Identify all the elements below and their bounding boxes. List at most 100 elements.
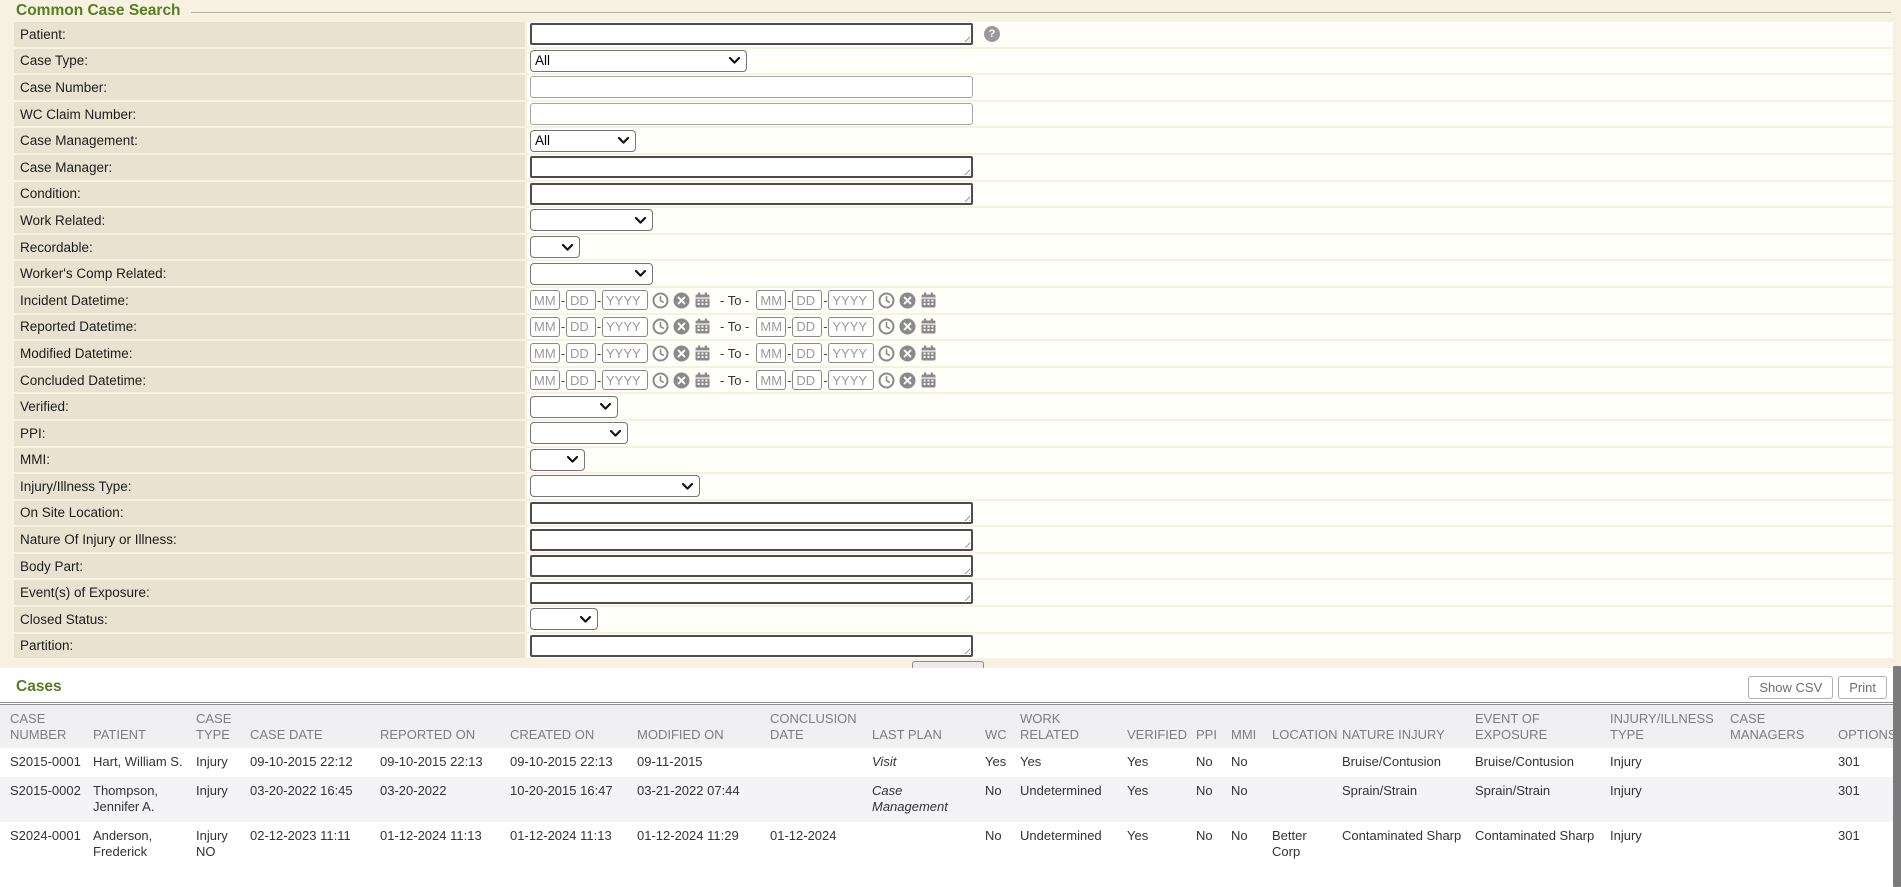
modified-datetime-to-dd[interactable]: DD [792,343,822,363]
clock-icon[interactable] [878,345,895,362]
reported-datetime-to-yyyy[interactable]: YYYY [828,317,874,337]
on-site-location-textarea[interactable] [530,502,973,524]
clock-icon[interactable] [652,372,669,389]
form-row-reported-datetime: Reported Datetime:MM-DD-YYYY- To -MM-DD-… [0,315,1901,340]
case-manager-textarea[interactable] [530,156,973,178]
reported-datetime-to-mm[interactable]: MM [756,317,786,337]
concluded-datetime-from-yyyy[interactable]: YYYY [602,370,648,390]
mmi-select[interactable] [530,449,585,471]
modified-datetime-to-yyyy[interactable]: YYYY [828,343,874,363]
recordable-select[interactable] [530,236,580,258]
cell-options[interactable]: 301 [1838,748,1893,777]
calendar-icon[interactable] [694,318,711,335]
wc-claim-number-input[interactable] [530,103,973,125]
body-part-textarea[interactable] [530,555,973,577]
incident-datetime-to-yyyy[interactable]: YYYY [828,290,874,310]
work-related-select[interactable] [530,209,653,231]
form-row-event-s-of-exposure: Event(s) of Exposure: [0,580,1901,605]
resize-grip-icon[interactable] [963,541,970,548]
field-cell-recordable [527,235,1893,260]
help-icon[interactable]: ? [984,26,1000,42]
modified-datetime-from-yyyy[interactable]: YYYY [602,343,648,363]
event-s-of-exposure-textarea[interactable] [530,582,973,604]
injury-illness-type-select[interactable] [530,475,700,497]
resize-grip-icon[interactable] [963,647,970,654]
concluded-datetime-from-dd[interactable]: DD [566,370,596,390]
chevron-down-icon [580,616,591,623]
clear-icon[interactable] [899,372,916,389]
modified-datetime-range: MM-DD-YYYY- To -MM-DD-YYYY [530,343,937,363]
calendar-icon[interactable] [920,345,937,362]
case-type-select[interactable]: All [530,50,747,72]
clear-icon[interactable] [899,345,916,362]
ppi-select[interactable] [530,422,628,444]
cell-options[interactable]: 301 [1838,822,1893,867]
worker-s-comp-related-select[interactable] [530,263,653,285]
condition-textarea[interactable] [530,183,973,205]
calendar-icon[interactable] [920,318,937,335]
show-csv-button[interactable]: Show CSV [1748,676,1833,699]
clear-icon[interactable] [673,372,690,389]
resize-grip-icon[interactable] [963,168,970,175]
clock-icon[interactable] [652,345,669,362]
cell-ppi: No [1196,748,1231,777]
clear-icon[interactable] [899,318,916,335]
incident-datetime-from-yyyy[interactable]: YYYY [602,290,648,310]
clear-icon[interactable] [673,318,690,335]
incident-datetime-from-mm[interactable]: MM [530,290,560,310]
clock-icon[interactable] [878,292,895,309]
calendar-icon[interactable] [694,292,711,309]
case-management-select[interactable]: All [530,130,636,152]
cell-injury-illness-type: Injury [1610,777,1730,822]
closed-status-select[interactable] [530,608,598,630]
calendar-icon[interactable] [694,345,711,362]
cell-patient: Hart, William S. [93,748,196,777]
field-label-case-type: Case Type: [14,49,525,74]
clear-icon[interactable] [899,292,916,309]
resize-grip-icon[interactable] [963,514,970,521]
field-cell-ppi [527,421,1893,446]
modified-datetime-from-dd[interactable]: DD [566,343,596,363]
clear-icon[interactable] [673,292,690,309]
concluded-datetime-to-yyyy[interactable]: YYYY [828,370,874,390]
cell-options[interactable]: 301 [1838,777,1893,822]
cell-modified-on: 01-12-2024 11:29 [637,822,770,867]
concluded-datetime-from-mm[interactable]: MM [530,370,560,390]
incident-datetime-to-mm[interactable]: MM [756,290,786,310]
cell-event-of-exposure: Bruise/Contusion [1475,748,1610,777]
verified-select[interactable] [530,396,618,418]
reported-datetime-to-dd[interactable]: DD [792,317,822,337]
concluded-datetime-to-mm[interactable]: MM [756,370,786,390]
partition-textarea[interactable] [530,635,973,657]
calendar-icon[interactable] [920,292,937,309]
resize-grip-icon[interactable] [963,567,970,574]
clear-icon[interactable] [673,345,690,362]
search-button[interactable] [912,661,984,668]
reported-datetime-from-yyyy[interactable]: YYYY [602,317,648,337]
modified-datetime-to-mm[interactable]: MM [756,343,786,363]
patient-textarea[interactable] [530,23,973,45]
resize-grip-icon[interactable] [963,195,970,202]
calendar-icon[interactable] [920,372,937,389]
modified-datetime-from-mm[interactable]: MM [530,343,560,363]
incident-datetime-from-dd[interactable]: DD [566,290,596,310]
clock-icon[interactable] [878,372,895,389]
vertical-scrollbar[interactable] [1893,666,1901,887]
incident-datetime-to-dd[interactable]: DD [792,290,822,310]
print-button[interactable]: Print [1838,676,1887,699]
clock-icon[interactable] [878,318,895,335]
reported-datetime-from-dd[interactable]: DD [566,317,596,337]
reported-datetime-from-mm[interactable]: MM [530,317,560,337]
case-number-input[interactable] [530,76,973,98]
column-header-case-number: CASE NUMBER [0,705,93,748]
calendar-icon[interactable] [694,372,711,389]
concluded-datetime-to-dd[interactable]: DD [792,370,822,390]
resize-grip-icon[interactable] [963,594,970,601]
clock-icon[interactable] [652,318,669,335]
nature-of-injury-or-illness-textarea[interactable] [530,529,973,551]
range-to-label: - To - [720,293,749,308]
cases-table: CASE NUMBERPATIENTCASE TYPECASE DATEREPO… [0,705,1893,867]
clock-icon[interactable] [652,292,669,309]
resize-grip-icon[interactable] [963,35,970,42]
cell-wc: No [985,777,1020,822]
